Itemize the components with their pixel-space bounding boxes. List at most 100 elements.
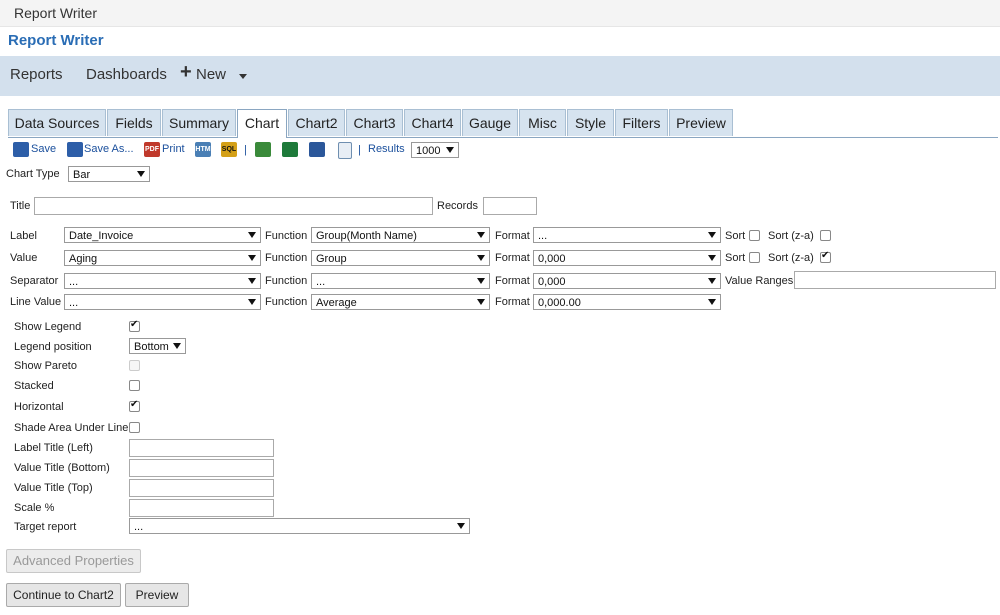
separator-function-select[interactable]: ... [311,273,490,289]
results-select[interactable]: 1000 [411,142,459,158]
save-as-icon[interactable] [67,142,83,157]
toolbar-separator: | [244,144,247,156]
show-pareto-checkbox[interactable] [129,360,140,371]
tab-summary[interactable]: Summary [162,109,236,136]
line-value-row-label: Line Value [10,296,62,308]
chevron-down-icon [708,255,716,261]
print-button[interactable]: Print [162,143,185,155]
label-format-label: Format [495,230,530,242]
tab-chart3[interactable]: Chart3 [346,109,403,136]
chevron-down-icon [248,278,256,284]
main-navbar: Reports Dashboards + New [0,56,1000,96]
scale-input[interactable] [129,499,274,517]
value-ranges-input[interactable] [794,271,996,289]
separator-field-select[interactable]: ... [64,273,261,289]
records-input[interactable] [483,197,537,215]
value-function-select[interactable]: Group [311,250,490,266]
tab-chart[interactable]: Chart [237,109,287,138]
chevron-down-icon [708,232,716,238]
chevron-down-icon [708,278,716,284]
sql-icon[interactable]: SQL [221,142,237,157]
stacked-checkbox[interactable] [129,380,140,391]
horizontal-checkbox[interactable] [129,399,140,412]
tab-chart2[interactable]: Chart2 [288,109,345,136]
value-row-label: Value [10,252,38,264]
chevron-down-icon [708,299,716,305]
word-icon[interactable] [309,142,325,157]
legend-position-select[interactable]: Bottom [129,338,186,354]
chevron-down-icon [477,232,485,238]
nav-new[interactable]: New [196,66,226,83]
save-button[interactable]: Save [31,143,56,155]
tab-style[interactable]: Style [567,109,614,136]
label-function-select[interactable]: Group(Month Name) [311,227,490,243]
records-label: Records [437,200,478,212]
html-export-icon[interactable]: HTM [195,142,211,157]
excel-icon[interactable] [282,142,298,157]
chevron-down-icon [477,255,485,261]
nav-dashboards[interactable]: Dashboards [86,66,167,83]
continue-to-chart2-button[interactable]: Continue to Chart2 [6,583,121,607]
plus-icon[interactable]: + [180,61,192,84]
value-sort-za-label: Sort (z-a) [768,252,814,264]
advanced-properties-button[interactable]: Advanced Properties [6,549,141,573]
label-sort-za-checkbox[interactable] [820,230,831,241]
value-field-select[interactable]: Aging [64,250,261,266]
label-title-left-input[interactable] [129,439,274,457]
value-title-bottom-input[interactable] [129,459,274,477]
label-format-select[interactable]: ... [533,227,721,243]
chart-type-label: Chart Type [6,168,60,180]
separator-format-select[interactable]: 0,000 [533,273,721,289]
tab-strip: Data Sources Fields Summary Chart Chart2… [8,109,998,138]
pdf-icon[interactable]: PDF [144,142,160,157]
tab-misc[interactable]: Misc [519,109,566,136]
chevron-down-icon [173,343,181,349]
value-sort-za-checkbox[interactable] [820,250,831,263]
chevron-down-icon [477,299,485,305]
label-function-label: Function [265,230,308,242]
tab-fields[interactable]: Fields [107,109,161,136]
app-title: Report Writer [8,32,104,49]
chevron-down-icon [248,232,256,238]
line-value-function-label: Function [265,296,308,308]
legend-position-label: Legend position [14,341,92,353]
label-sort-za-label: Sort (z-a) [768,230,814,242]
results-label: Results [368,143,405,155]
excel-table-icon[interactable] [255,142,271,157]
tab-preview[interactable]: Preview [669,109,733,136]
chart-type-select[interactable]: Bar [68,166,150,182]
shade-area-checkbox[interactable] [129,422,140,433]
nav-reports[interactable]: Reports [10,66,63,83]
save-as-button[interactable]: Save As... [84,143,134,155]
stacked-label: Stacked [14,380,54,392]
value-sort-checkbox[interactable] [749,252,760,263]
value-title-top-input[interactable] [129,479,274,497]
title-input[interactable] [34,197,433,215]
line-value-function-select[interactable]: Average [311,294,490,310]
value-title-bottom-label: Value Title (Bottom) [14,462,110,474]
tab-chart4[interactable]: Chart4 [404,109,461,136]
line-value-format-select[interactable]: 0,000.00 [533,294,721,310]
save-icon[interactable] [13,142,29,157]
tab-data-sources[interactable]: Data Sources [8,109,106,136]
line-value-field-select[interactable]: ... [64,294,261,310]
caret-down-icon[interactable] [239,74,247,79]
tab-filters[interactable]: Filters [615,109,668,136]
horizontal-label: Horizontal [14,401,64,413]
value-format-select[interactable]: 0,000 [533,250,721,266]
chevron-down-icon [248,255,256,261]
title-label: Title [10,200,31,212]
separator-function-label: Function [265,275,308,287]
label-sort-checkbox[interactable] [749,230,760,241]
show-legend-checkbox[interactable] [129,319,140,332]
document-icon[interactable] [338,142,352,159]
value-function-label: Function [265,252,308,264]
tab-gauge[interactable]: Gauge [462,109,518,136]
target-report-select[interactable]: ... [129,518,470,534]
chevron-down-icon [248,299,256,305]
line-value-format-label: Format [495,296,530,308]
label-field-select[interactable]: Date_Invoice [64,227,261,243]
label-sort-label: Sort [725,230,746,242]
preview-button[interactable]: Preview [125,583,189,607]
label-title-left-label: Label Title (Left) [14,442,93,454]
